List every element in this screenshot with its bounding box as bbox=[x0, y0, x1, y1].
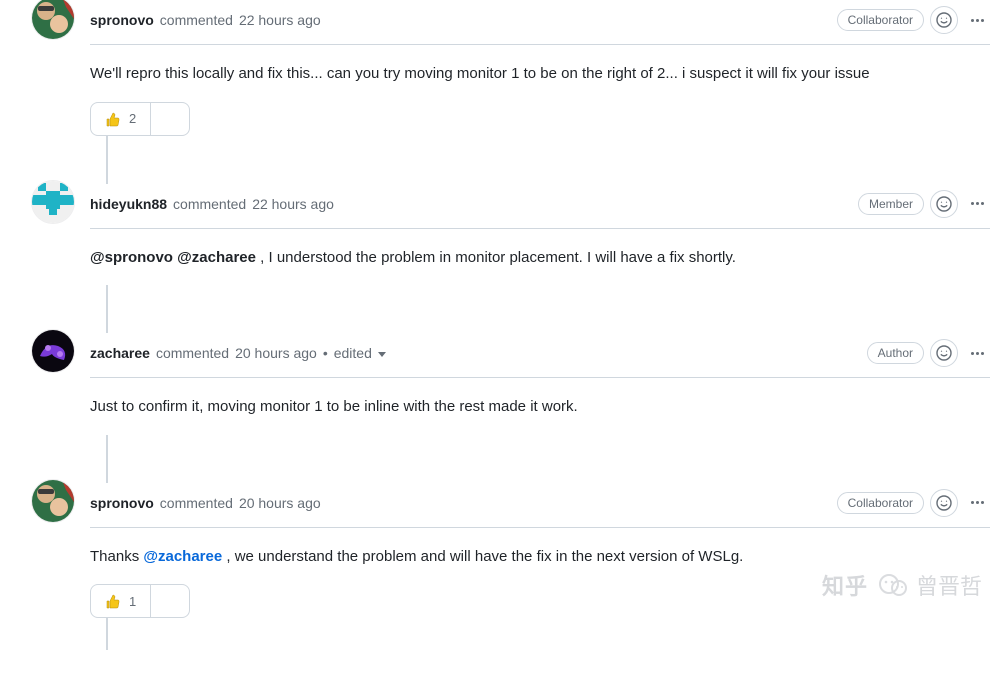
comment-body: @spronovo @zacharee , I understood the p… bbox=[90, 229, 990, 286]
edited-dropdown[interactable]: edited bbox=[334, 345, 386, 361]
commented-label: commented bbox=[160, 495, 233, 511]
author-link[interactable]: spronovo bbox=[90, 495, 154, 511]
add-reaction-button[interactable] bbox=[930, 489, 958, 517]
kebab-icon bbox=[971, 501, 984, 504]
timestamp[interactable]: 20 hours ago bbox=[235, 345, 317, 361]
add-reaction-inline[interactable] bbox=[151, 103, 189, 135]
reaction-thumbs-up[interactable]: 2 bbox=[91, 103, 151, 135]
comment-body: Thanks @zacharee , we understand the pro… bbox=[90, 528, 990, 585]
mention[interactable]: @spronovo bbox=[90, 249, 173, 266]
comment-menu-button[interactable] bbox=[964, 7, 990, 33]
author-link[interactable]: hideyukn88 bbox=[90, 196, 167, 212]
comment: spronovo commented 20 hours ago Collabor… bbox=[10, 483, 990, 619]
comment: hideyukn88 commented 22 hours ago Member… bbox=[10, 184, 990, 286]
avatar[interactable] bbox=[32, 480, 74, 522]
role-badge: Collaborator bbox=[837, 9, 924, 31]
avatar[interactable] bbox=[32, 0, 74, 39]
reaction-count: 1 bbox=[129, 594, 136, 609]
comment-header: spronovo commented 22 hours ago Collabor… bbox=[90, 0, 990, 45]
role-badge: Collaborator bbox=[837, 492, 924, 514]
add-reaction-button[interactable] bbox=[930, 190, 958, 218]
kebab-icon bbox=[971, 19, 984, 22]
comment-text: , I understood the problem in monitor pl… bbox=[260, 249, 736, 266]
timestamp[interactable]: 22 hours ago bbox=[239, 12, 321, 28]
mention[interactable]: @zacharee bbox=[177, 249, 256, 266]
avatar[interactable] bbox=[32, 330, 74, 372]
add-reaction-button[interactable] bbox=[930, 6, 958, 34]
thumbs-up-icon bbox=[105, 111, 121, 127]
timeline-connector bbox=[106, 285, 108, 333]
add-reaction-inline[interactable] bbox=[151, 585, 189, 617]
author-link[interactable]: spronovo bbox=[90, 12, 154, 28]
comment-text: , we understand the problem and will hav… bbox=[226, 548, 743, 565]
timestamp[interactable]: 22 hours ago bbox=[252, 196, 334, 212]
comment-header: zacharee commented 20 hours ago • edited… bbox=[90, 333, 990, 378]
comment-body: Just to confirm it, moving monitor 1 to … bbox=[90, 378, 990, 435]
timestamp[interactable]: 20 hours ago bbox=[239, 495, 321, 511]
role-badge: Member bbox=[858, 193, 924, 215]
reaction-bar: 1 bbox=[90, 584, 190, 618]
timeline-connector bbox=[106, 136, 108, 184]
reaction-thumbs-up[interactable]: 1 bbox=[91, 585, 151, 617]
commented-label: commented bbox=[156, 345, 229, 361]
kebab-icon bbox=[971, 352, 984, 355]
comment: spronovo commented 22 hours ago Collabor… bbox=[10, 0, 990, 136]
mention[interactable]: @zacharee bbox=[143, 548, 222, 565]
commented-label: commented bbox=[173, 196, 246, 212]
comment: zacharee commented 20 hours ago • edited… bbox=[10, 333, 990, 435]
comment-header: spronovo commented 20 hours ago Collabor… bbox=[90, 483, 990, 528]
author-link[interactable]: zacharee bbox=[90, 345, 150, 361]
timeline-connector bbox=[106, 618, 108, 650]
timeline-connector bbox=[106, 435, 108, 483]
reaction-bar: 2 bbox=[90, 102, 190, 136]
comment-timeline: spronovo commented 22 hours ago Collabor… bbox=[0, 0, 1000, 690]
thumbs-up-icon bbox=[105, 593, 121, 609]
comment-body: We'll repro this locally and fix this...… bbox=[90, 45, 990, 102]
commented-label: commented bbox=[160, 12, 233, 28]
comment-menu-button[interactable] bbox=[964, 490, 990, 516]
kebab-icon bbox=[971, 202, 984, 205]
avatar[interactable] bbox=[32, 181, 74, 223]
add-reaction-button[interactable] bbox=[930, 339, 958, 367]
chevron-down-icon bbox=[378, 352, 386, 357]
reaction-count: 2 bbox=[129, 111, 136, 126]
comment-header: hideyukn88 commented 22 hours ago Member bbox=[90, 184, 990, 229]
separator-dot: • bbox=[323, 345, 328, 361]
comment-menu-button[interactable] bbox=[964, 191, 990, 217]
comment-menu-button[interactable] bbox=[964, 340, 990, 366]
comment-text: Thanks bbox=[90, 548, 143, 565]
role-badge: Author bbox=[867, 342, 924, 364]
